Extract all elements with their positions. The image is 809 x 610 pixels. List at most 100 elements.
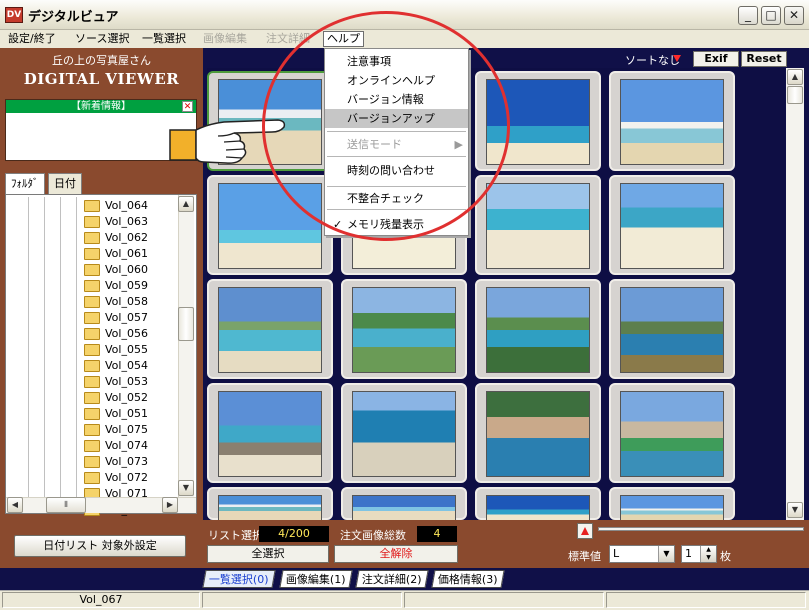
status-folder: Vol_067	[2, 592, 200, 608]
grid-scroll-down-icon[interactable]: ▼	[787, 502, 803, 518]
thumbnail-cell[interactable]	[207, 383, 333, 483]
tree-scroll-down-icon[interactable]: ▼	[178, 480, 194, 496]
folder-label: Vol_056	[105, 327, 148, 340]
status-cell-3	[404, 592, 604, 608]
print-size-select[interactable]: L ▼	[609, 545, 675, 563]
folder-item[interactable]: Vol_062	[6, 230, 178, 246]
tab-image-edit[interactable]: 画像編集(1)	[279, 570, 353, 588]
folder-item[interactable]: Vol_073	[6, 454, 178, 470]
chevron-down-icon[interactable]: ▼	[658, 546, 674, 562]
folder-icon	[84, 392, 100, 404]
maximize-button[interactable]: □	[761, 6, 781, 25]
folder-item[interactable]: Vol_056	[6, 326, 178, 342]
stepper-arrows-icon[interactable]: ▲ ▼	[700, 546, 716, 562]
select-all-button[interactable]: 全選択	[207, 545, 329, 563]
tab-order-detail[interactable]: 注文詳細(2)	[355, 570, 429, 588]
tree-vscroll[interactable]	[178, 195, 194, 497]
thumbnail-cell[interactable]	[341, 487, 467, 522]
thumbnail-photo	[352, 287, 456, 373]
folder-label: Vol_057	[105, 311, 148, 324]
sort-arrow-icon[interactable]	[673, 55, 681, 62]
tree-scroll-right-icon[interactable]: ▶	[162, 497, 178, 513]
thumbnail-cell[interactable]	[609, 175, 735, 275]
menu-list-select[interactable]: 一覧選択	[139, 31, 189, 47]
folder-icon	[84, 312, 100, 324]
tab-price-info[interactable]: 価格情報(3)	[431, 570, 505, 588]
grid-scroll-up-icon[interactable]: ▲	[787, 69, 803, 85]
folder-item[interactable]: Vol_055	[6, 342, 178, 358]
folder-item[interactable]: Vol_060	[6, 262, 178, 278]
tab-date[interactable]: 日付	[48, 173, 82, 194]
folder-item[interactable]: Vol_061	[6, 246, 178, 262]
folder-item[interactable]: Vol_053	[6, 374, 178, 390]
folder-item[interactable]: Vol_052	[6, 390, 178, 406]
menu-source-select[interactable]: ソース選択	[72, 31, 132, 47]
grid-vscroll[interactable]: ▲ ▼	[786, 68, 804, 520]
folder-item[interactable]: Vol_058	[6, 294, 178, 310]
folder-item[interactable]: Vol_072	[6, 470, 178, 486]
thumbnail-cell[interactable]	[207, 487, 333, 522]
close-button[interactable]: ✕	[784, 6, 804, 25]
tree-scroll-left-icon[interactable]: ◀	[7, 497, 23, 513]
folder-item[interactable]: Vol_064	[6, 198, 178, 214]
folder-item[interactable]: Vol_059	[6, 278, 178, 294]
order-total-count: 4	[417, 526, 457, 542]
thumbnail-photo	[486, 391, 590, 477]
thumbnail-photo	[352, 391, 456, 477]
thumbnail-cell[interactable]	[475, 383, 601, 483]
folder-item[interactable]: Vol_075	[6, 422, 178, 438]
thumbnail-cell[interactable]	[341, 279, 467, 379]
tree-hscroll-thumb[interactable]: ⦀	[46, 497, 86, 513]
thumbnail-cell[interactable]	[341, 383, 467, 483]
folder-label: Vol_074	[105, 439, 148, 452]
brand-title: DIGITAL VIEWER	[23, 70, 180, 88]
folder-icon	[84, 328, 100, 340]
folder-item[interactable]: Vol_051	[6, 406, 178, 422]
tree-scroll-up-icon[interactable]: ▲	[178, 196, 194, 212]
folder-icon	[84, 360, 100, 372]
standard-value-label: 標準値	[568, 550, 601, 563]
size-slider-knob[interactable]	[577, 523, 593, 539]
sort-label[interactable]: ソートなし	[625, 52, 680, 68]
list-count: 4/200	[259, 526, 329, 542]
folder-item[interactable]: Vol_074	[6, 438, 178, 454]
folder-item[interactable]: Vol_054	[6, 358, 178, 374]
thumbnail-cell[interactable]	[475, 279, 601, 379]
thumbnail-cell[interactable]	[609, 71, 735, 171]
tree-scroll-thumb[interactable]	[178, 307, 194, 341]
thumbnail-cell[interactable]	[609, 279, 735, 379]
date-list-exclude-button[interactable]: 日付リスト 対象外設定	[14, 535, 186, 557]
folder-icon	[84, 456, 100, 468]
folder-label: Vol_058	[105, 295, 148, 308]
folder-tabs: ﾌｫﾙﾀﾞ 日付	[5, 173, 197, 195]
tab-list-select[interactable]: 一覧選択(0)	[202, 570, 276, 588]
exif-button[interactable]: Exif	[693, 51, 739, 67]
folder-item[interactable]: Vol_063	[6, 214, 178, 230]
reset-button[interactable]: Reset	[741, 51, 787, 67]
status-cell-2	[202, 592, 402, 608]
thumbnail-cell[interactable]	[609, 383, 735, 483]
folder-label: Vol_060	[105, 263, 148, 276]
deselect-all-button[interactable]: 全解除	[334, 545, 458, 563]
quantity-value: 1	[685, 547, 692, 560]
thumbnail-cell[interactable]	[475, 487, 601, 522]
folder-item[interactable]: Vol_057	[6, 310, 178, 326]
thumbnail-cell[interactable]	[207, 279, 333, 379]
folder-label: Vol_053	[105, 375, 148, 388]
thumbnail-cell[interactable]	[475, 175, 601, 275]
menu-image-edit[interactable]: 画像編集	[200, 31, 250, 47]
quantity-stepper[interactable]: 1 ▲ ▼	[681, 545, 717, 563]
grid-scroll-thumb[interactable]	[787, 86, 803, 104]
thumbnail-photo	[620, 287, 724, 373]
size-slider-track[interactable]	[598, 527, 804, 531]
folder-icon	[84, 264, 100, 276]
highlight-circle	[262, 11, 510, 241]
thumbnail-cell[interactable]	[609, 487, 735, 522]
tab-folder[interactable]: ﾌｫﾙﾀﾞ	[5, 173, 45, 195]
folder-icon	[84, 248, 100, 260]
minimize-button[interactable]: _	[738, 6, 758, 25]
folder-icon	[84, 296, 100, 308]
thumbnail-photo	[352, 495, 456, 522]
folder-icon	[84, 200, 100, 212]
menu-settings-exit[interactable]: 設定/終了	[5, 31, 59, 47]
